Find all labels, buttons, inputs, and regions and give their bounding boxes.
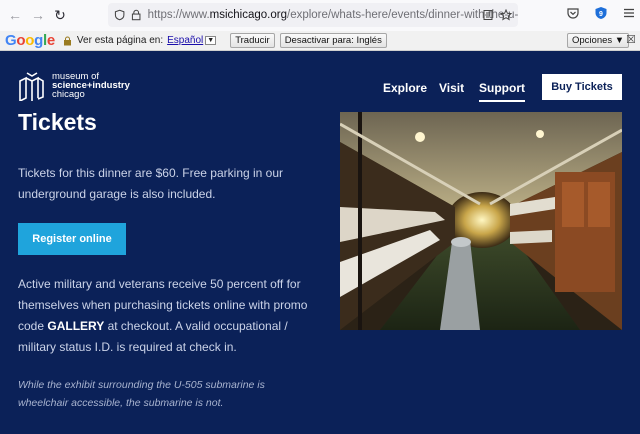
back-icon[interactable]: ← <box>6 6 24 24</box>
language-dropdown-icon[interactable]: ▼ <box>205 36 217 45</box>
translate-prompt: Ver esta página en: <box>76 35 164 46</box>
language-select[interactable]: Español <box>167 35 203 46</box>
menu-icon[interactable] <box>622 6 636 20</box>
nav-explore[interactable]: Explore <box>383 81 427 95</box>
svg-text:9: 9 <box>599 11 603 18</box>
close-translate-icon[interactable]: ☒ <box>626 33 636 46</box>
forward-icon[interactable]: → <box>29 6 47 24</box>
translate-bar: Google Ver esta página en: Español ▼ Tra… <box>0 31 640 51</box>
site-logo-text[interactable]: museum of science+industry chicago <box>52 72 130 100</box>
tickets-heading: Tickets <box>18 109 97 135</box>
address-bar[interactable]: https://www.msichicago.org/explore/whats… <box>108 3 518 27</box>
google-logo: Google <box>5 32 55 49</box>
reload-icon[interactable]: ↻ <box>51 6 69 24</box>
accessibility-note: While the exhibit surrounding the U-505 … <box>18 379 265 409</box>
translate-button[interactable]: Traducir <box>230 33 275 48</box>
price-paragraph: Tickets for this dinner are $60. Free pa… <box>18 166 284 201</box>
url-text: https://www.msichicago.org/explore/whats… <box>147 9 518 21</box>
site-header: museum of science+industry chicago Explo… <box>0 51 640 109</box>
promo-code: GALLERY <box>47 319 105 333</box>
browser-toolbar: ← → ↻ https://www.msichicago.org/explore… <box>0 0 640 31</box>
bookmark-star-icon[interactable] <box>500 9 512 21</box>
nav-support[interactable]: Support <box>479 81 525 102</box>
reader-view-icon[interactable] <box>482 9 494 21</box>
shield-icon <box>114 9 125 21</box>
lock-icon <box>132 9 141 21</box>
pocket-icon[interactable] <box>566 6 580 20</box>
submarine-interior-image <box>340 112 622 330</box>
buy-tickets-button[interactable]: Buy Tickets <box>542 74 622 100</box>
disable-translate-button[interactable]: Desactivar para: Inglés <box>279 33 387 48</box>
extension-shield-icon[interactable]: 9 <box>594 6 608 20</box>
options-button[interactable]: Opciones ▼ <box>567 33 630 48</box>
lock-icon <box>63 36 71 45</box>
military-discount-paragraph: Active military and veterans receive 50 … <box>18 277 308 354</box>
nav-visit[interactable]: Visit <box>439 81 464 95</box>
msi-logo-icon[interactable] <box>18 71 44 101</box>
register-online-button[interactable]: Register online <box>18 223 126 255</box>
